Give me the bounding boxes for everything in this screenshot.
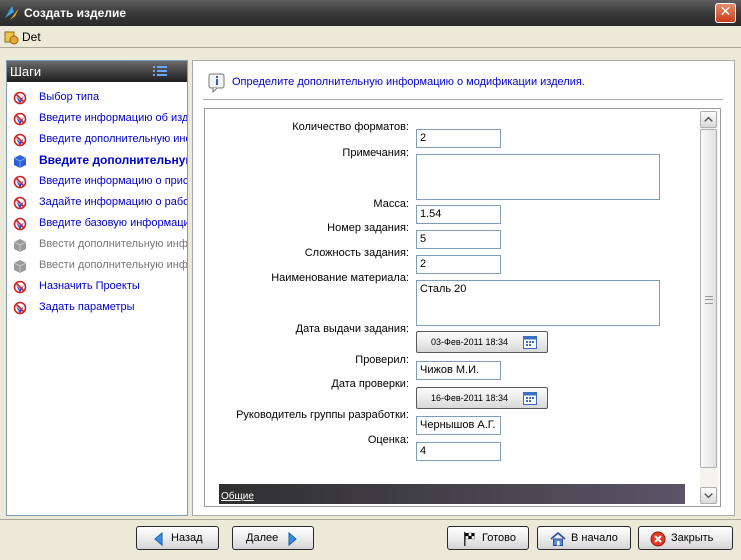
formats-count-label: Количество форматов: <box>292 121 409 133</box>
material-name-textarea[interactable]: Сталь 20 <box>416 280 660 326</box>
checked-by-input[interactable]: Чижов М.И. <box>416 361 501 380</box>
sidebar-step-label: Задать параметры <box>39 301 135 313</box>
sidebar-step-label: Ввести дополнительную информацию <box>39 259 187 271</box>
step-disabled-cube-icon <box>13 260 27 273</box>
divider <box>203 99 723 100</box>
form-area: Количество форматов: 2 Примечания: Масса… <box>204 108 721 507</box>
arrow-up-icon <box>704 116 713 122</box>
task-complexity-label: Сложность задания: <box>304 247 409 259</box>
rating-label: Оценка: <box>367 434 409 446</box>
step-check-icon <box>13 133 27 147</box>
notes-label: Примечания: <box>342 147 409 159</box>
step-instruction: Определите дополнительную информацию о м… <box>232 76 585 88</box>
arrow-right-icon <box>288 531 297 547</box>
info-icon <box>208 73 225 93</box>
home-label: В начало <box>571 532 618 544</box>
next-label: Далее <box>246 532 279 544</box>
sidebar-step-label: Выбор типа <box>39 91 100 103</box>
steps-header: Шаги <box>7 61 187 82</box>
sidebar-step-item[interactable]: Введите информацию об изделии <box>11 110 187 128</box>
finish-label: Готово <box>482 532 516 544</box>
step-active-cube-icon <box>13 155 27 168</box>
sidebar-step-item[interactable]: Ввести дополнительную информацию <box>11 257 187 275</box>
task-issue-date-picker[interactable]: 03-Фев-2011 18:34 <box>416 331 548 353</box>
button-bar-divider <box>0 519 741 520</box>
group-leader-input[interactable]: Чернышов А.Г. <box>416 416 501 435</box>
sidebar-step-item[interactable]: Введите дополнительную информацию <box>11 152 187 170</box>
tab-bar: Общие <box>219 484 685 504</box>
step-check-icon <box>13 196 27 210</box>
home-button[interactable]: В начало <box>537 526 631 550</box>
back-button[interactable]: Назад <box>136 526 219 550</box>
step-disabled-cube-icon <box>13 239 27 252</box>
sidebar-step-label: Введите базовую информацию <box>39 217 187 229</box>
window-close-button[interactable]: ✕ <box>715 3 736 23</box>
calendar-icon <box>523 336 537 349</box>
object-name: Det <box>22 30 41 44</box>
sidebar-step-label: Введите дополнительную информацию <box>39 133 187 145</box>
sidebar-step-label: Назначить Проекты <box>39 280 140 292</box>
task-complexity-input[interactable]: 2 <box>416 255 501 274</box>
task-issue-date-label: Дата выдачи задания: <box>295 323 409 335</box>
task-issue-date-value: 03-Фев-2011 18:34 <box>431 337 509 347</box>
finish-button[interactable]: Готово <box>447 526 529 550</box>
main-panel: Определите дополнительную информацию о м… <box>192 60 735 516</box>
close-label: Закрыть <box>671 532 714 544</box>
task-number-label: Номер задания: <box>327 222 409 234</box>
step-check-icon <box>13 217 27 231</box>
step-check-icon <box>13 175 27 189</box>
sidebar-step-item[interactable]: Задать параметры <box>11 299 187 317</box>
home-icon <box>550 531 566 546</box>
sidebar-step-label: Введите дополнительную информацию <box>39 153 187 167</box>
material-name-label: Наименование материала: <box>271 272 409 284</box>
scroll-up-button[interactable] <box>700 111 717 128</box>
window-title: Создать изделие <box>24 6 126 20</box>
formats-count-input[interactable]: 2 <box>416 129 501 148</box>
scroll-down-button[interactable] <box>700 487 717 504</box>
sidebar-step-item[interactable]: Задайте информацию о рабочем <box>11 194 187 212</box>
checkered-flag-icon <box>464 532 475 546</box>
calendar-icon <box>523 392 537 405</box>
title-bar: Создать изделие ✕ <box>0 0 741 26</box>
tab-general[interactable]: Общие <box>221 491 254 502</box>
sidebar-step-item[interactable]: Выбор типа <box>11 89 187 107</box>
steps-title: Шаги <box>10 64 42 79</box>
object-bar: Det <box>0 26 741 48</box>
check-date-label: Дата проверки: <box>331 378 409 390</box>
part-icon <box>4 31 19 45</box>
steps-panel: Шаги Выбор типа Введите информацию об изд… <box>6 60 188 516</box>
sidebar-step-item[interactable]: Введите дополнительную информацию <box>11 131 187 149</box>
arrow-down-icon <box>704 493 713 499</box>
scroll-thumb[interactable] <box>700 129 717 468</box>
app-logo-icon <box>5 6 19 20</box>
sidebar-step-label: Введите информацию об изделии <box>39 112 187 124</box>
list-icon[interactable] <box>153 66 167 77</box>
sidebar-step-item[interactable]: Введите информацию о присоединении <box>11 173 187 191</box>
check-date-picker[interactable]: 16-Фев-2011 18:34 <box>416 387 548 409</box>
sidebar-step-label: Введите информацию о присоединении <box>39 175 187 187</box>
task-number-input[interactable]: 5 <box>416 230 501 249</box>
step-check-icon <box>13 91 27 105</box>
checked-by-label: Проверил: <box>355 354 409 366</box>
sidebar-step-label: Задайте информацию о рабочем <box>39 196 187 208</box>
group-leader-label: Руководитель группы разработки: <box>236 409 409 421</box>
arrow-left-icon <box>154 531 163 547</box>
next-button[interactable]: Далее <box>232 526 314 550</box>
mass-label: Масса: <box>373 198 409 210</box>
close-circle-icon <box>650 531 666 547</box>
close-button[interactable]: Закрыть <box>638 526 733 550</box>
sidebar-step-item[interactable]: Введите базовую информацию <box>11 215 187 233</box>
sidebar-step-label: Ввести дополнительную информацию <box>39 238 187 250</box>
notes-textarea[interactable] <box>416 154 660 200</box>
check-date-value: 16-Фев-2011 18:34 <box>431 393 509 403</box>
step-check-icon <box>13 112 27 126</box>
back-label: Назад <box>171 532 203 544</box>
sidebar-step-item[interactable]: Назначить Проекты <box>11 278 187 296</box>
step-check-icon <box>13 301 27 315</box>
mass-input[interactable]: 1.54 <box>416 205 501 224</box>
vertical-scrollbar[interactable] <box>700 111 718 504</box>
step-check-icon <box>13 280 27 294</box>
rating-input[interactable]: 4 <box>416 442 501 461</box>
sidebar-step-item[interactable]: Ввести дополнительную информацию <box>11 236 187 254</box>
